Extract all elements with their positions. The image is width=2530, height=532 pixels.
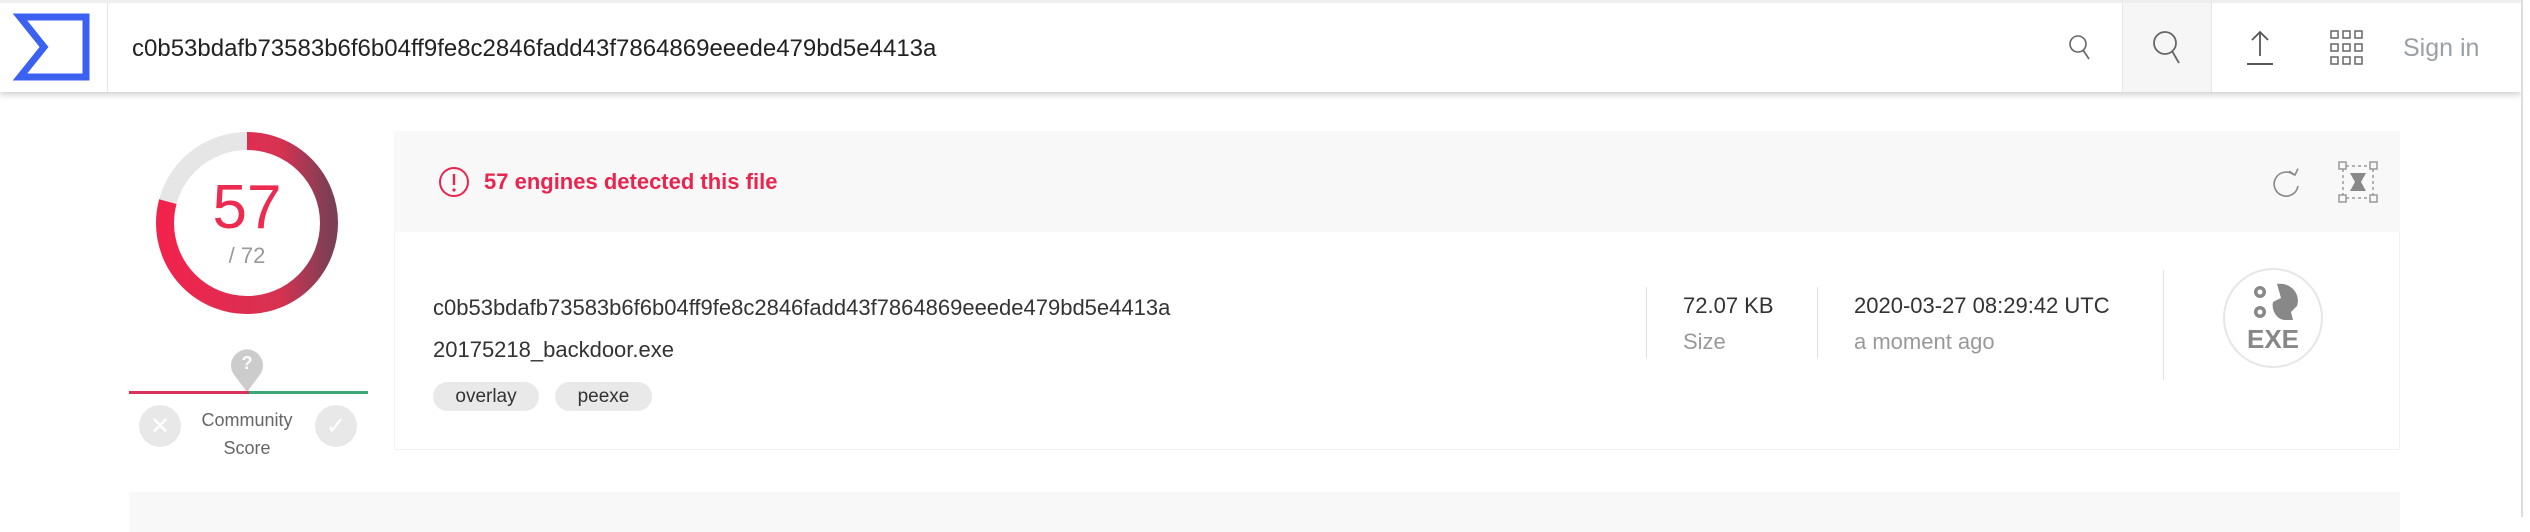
graph-view-icon[interactable] — [2337, 160, 2379, 204]
divider — [2163, 270, 2164, 380]
exe-file-type-icon: EXE — [2223, 268, 2323, 368]
sign-in-link[interactable]: Sign in — [2403, 34, 2479, 63]
community-bar-positive — [249, 391, 368, 394]
top-bar: c0b53bdafb73583b6f6b04ff9fe8c2846fadd43f… — [0, 0, 2521, 92]
next-section — [129, 492, 2400, 532]
community-bar-negative — [129, 391, 249, 394]
scrollbar[interactable] — [2521, 0, 2530, 517]
file-info-panel — [394, 232, 2400, 450]
vote-harmless-icon[interactable]: ✓ — [315, 405, 357, 447]
tag-peexe[interactable]: peexe — [555, 382, 652, 411]
community-score-marker: ? — [229, 346, 265, 394]
search-input[interactable]: c0b53bdafb73583b6f6b04ff9fe8c2846fadd43f… — [132, 35, 936, 63]
community-score-label: Community Score — [201, 410, 293, 458]
total-engines: / 72 — [228, 243, 266, 268]
virustotal-logo[interactable] — [0, 3, 108, 92]
search-icon[interactable] — [2060, 3, 2100, 92]
detection-count: 57 — [212, 173, 282, 242]
upload-icon[interactable] — [2240, 3, 2280, 92]
tag-overlay[interactable]: overlay — [433, 382, 539, 411]
analysis-date: 2020-03-27 08:29:42 UTC — [1854, 293, 2110, 318]
detection-alert-text: 57 engines detected this file — [484, 169, 778, 194]
divider — [1646, 287, 1647, 358]
analysis-relative-date: a moment ago — [1854, 329, 1995, 354]
reanalyze-icon[interactable] — [2268, 164, 2304, 202]
file-hash[interactable]: c0b53bdafb73583b6f6b04ff9fe8c2846fadd43f… — [433, 295, 1170, 321]
divider — [1817, 287, 1818, 358]
search-icon — [2153, 30, 2180, 63]
alert-icon — [438, 166, 470, 198]
file-name: 20175218_backdoor.exe — [433, 337, 674, 362]
vote-harmful-icon[interactable]: ✕ — [139, 405, 181, 447]
apps-grid-icon[interactable] — [2327, 3, 2367, 92]
file-size-label: Size — [1683, 329, 1726, 354]
file-size: 72.07 KB — [1683, 293, 1774, 318]
search-button[interactable] — [2122, 3, 2212, 92]
